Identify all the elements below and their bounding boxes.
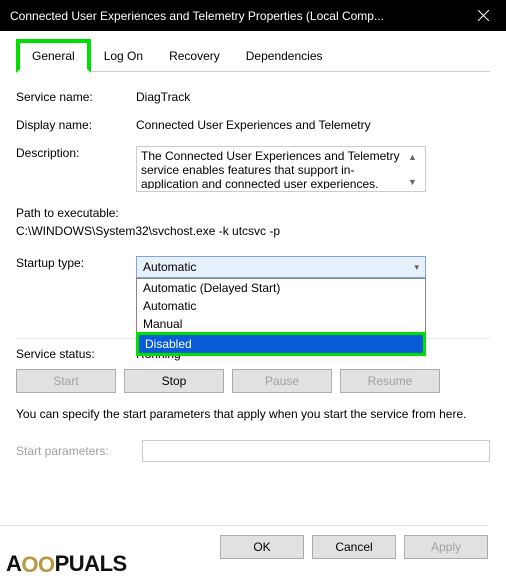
- watermark-puals: PUALS: [55, 551, 127, 577]
- watermark-a: A: [6, 551, 21, 577]
- description-scrollbar[interactable]: ▲ ▼: [404, 149, 421, 189]
- titlebar: Connected User Experiences and Telemetry…: [0, 0, 506, 31]
- watermark-oo: OO: [21, 552, 54, 578]
- description-row: Description: The Connected User Experien…: [16, 146, 490, 192]
- pause-button: Pause: [232, 369, 332, 393]
- start-button: Start: [16, 369, 116, 393]
- tab-dependencies[interactable]: Dependencies: [233, 42, 336, 71]
- scroll-down-icon[interactable]: ▼: [405, 174, 420, 189]
- start-params-row: Start parameters:: [16, 440, 490, 462]
- tab-recovery[interactable]: Recovery: [156, 42, 233, 71]
- startup-option-disabled[interactable]: Disabled: [136, 332, 426, 356]
- display-name-row: Display name: Connected User Experiences…: [16, 118, 490, 132]
- ok-button[interactable]: OK: [220, 535, 304, 559]
- display-name-label: Display name:: [16, 118, 136, 132]
- display-name-value: Connected User Experiences and Telemetry: [136, 118, 490, 132]
- tab-strip: General Log On Recovery Dependencies: [16, 39, 490, 72]
- startup-option-automatic[interactable]: Automatic: [137, 297, 425, 315]
- cancel-button[interactable]: Cancel: [312, 535, 396, 559]
- startup-type-field[interactable]: Automatic ▾: [136, 256, 426, 278]
- stop-button[interactable]: Stop: [124, 369, 224, 393]
- startup-type-selected: Automatic: [143, 260, 196, 274]
- service-status-label: Service status:: [16, 347, 136, 361]
- scroll-up-icon[interactable]: ▲: [405, 149, 420, 164]
- path-block: Path to executable: C:\WINDOWS\System32\…: [16, 206, 490, 238]
- service-name-label: Service name:: [16, 90, 136, 104]
- tab-general[interactable]: General: [16, 39, 91, 73]
- chevron-down-icon: ▾: [414, 262, 419, 273]
- startup-type-row: Startup type: Automatic ▾ Automatic (Del…: [16, 256, 490, 278]
- service-name-row: Service name: DiagTrack: [16, 90, 490, 104]
- start-params-label: Start parameters:: [16, 444, 134, 458]
- description-label: Description:: [16, 146, 136, 160]
- apply-button: Apply: [404, 535, 488, 559]
- startup-option-delayed[interactable]: Automatic (Delayed Start): [137, 279, 425, 297]
- tab-log-on[interactable]: Log On: [91, 42, 156, 71]
- window-title: Connected User Experiences and Telemetry…: [10, 9, 460, 23]
- startup-type-label: Startup type:: [16, 256, 136, 270]
- description-box: The Connected User Experiences and Telem…: [136, 146, 426, 192]
- startup-option-manual[interactable]: Manual: [137, 315, 425, 333]
- service-name-value: DiagTrack: [136, 90, 490, 104]
- watermark-logo: AOOPUALS: [6, 551, 127, 577]
- control-buttons: Start Stop Pause Resume: [16, 369, 490, 393]
- info-text: You can specify the start parameters tha…: [16, 407, 490, 422]
- close-button[interactable]: [460, 0, 506, 31]
- path-value: C:\WINDOWS\System32\svchost.exe -k utcsv…: [16, 224, 490, 238]
- start-params-input: [142, 440, 490, 462]
- dialog-buttons: OK Cancel Apply: [220, 525, 488, 559]
- startup-type-combo[interactable]: Automatic ▾ Automatic (Delayed Start) Au…: [136, 256, 426, 278]
- description-text: The Connected User Experiences and Telem…: [141, 149, 404, 189]
- path-label: Path to executable:: [16, 206, 490, 220]
- startup-type-dropdown[interactable]: Automatic (Delayed Start) Automatic Manu…: [136, 278, 426, 356]
- dialog-content: General Log On Recovery Dependencies Ser…: [0, 31, 506, 462]
- resume-button: Resume: [340, 369, 440, 393]
- close-icon: [478, 10, 489, 21]
